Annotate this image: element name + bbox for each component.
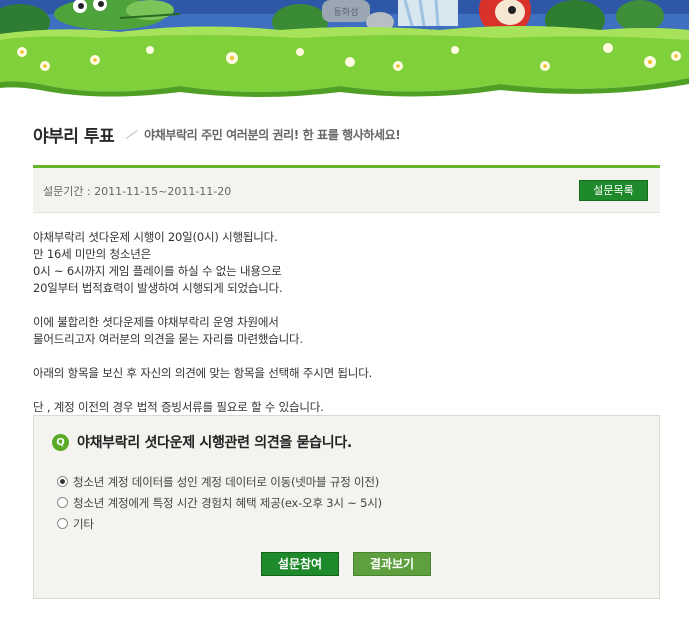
title-divider xyxy=(124,127,138,141)
survey-period-text: 설문기간 : 2011-11-15~2011-11-20 xyxy=(43,185,232,198)
question-panel: Q 야채부락리 셧다운제 시행관련 의견을 묻습니다. 청소년 계정 데이터를 … xyxy=(33,415,660,599)
description-line: 단 , 계정 이전의 경우 법적 증빙서류를 필요로 할 수 있습니다. xyxy=(33,400,324,414)
question-header: Q 야채부락리 셧다운제 시행관련 의견을 묻습니다. xyxy=(52,432,352,452)
radio-button[interactable] xyxy=(57,518,68,529)
vote-button[interactable]: 설문참여 xyxy=(261,552,339,576)
answer-option[interactable]: 청소년 계정 데이터를 성인 계정 데이터로 이동(넷마블 규정 이전) xyxy=(57,471,382,492)
question-title: 야채부락리 셧다운제 시행관련 의견을 묻습니다. xyxy=(77,435,352,451)
description-line: 20일부터 법적효력이 발생하여 시행되게 되었습니다. xyxy=(33,281,283,295)
page-title: 야부리 투표 xyxy=(33,126,115,147)
description-line: 이에 불합리한 셧다운제를 야채부락리 운영 차원에서 xyxy=(33,315,279,329)
answer-option[interactable]: 기타 xyxy=(57,513,382,534)
description-line: 만 16세 미만의 청소년은 xyxy=(33,247,152,261)
description-line: 야채부락리 셧다운제 시행이 20일(0시) 시행됩니다. xyxy=(33,230,278,244)
banner-illustration: 동화섬 xyxy=(0,0,689,97)
question-badge-icon: Q xyxy=(52,433,69,451)
survey-list-button[interactable]: 설문목록 xyxy=(579,180,648,201)
header-banner: 동화섬 xyxy=(0,0,689,100)
page-title-row: 야부리 투표 야채부락리 주민 여러분의 권리! 한 표를 행사하세요! xyxy=(33,122,401,147)
banner-sign-text: 동화섬 xyxy=(334,7,359,18)
answer-option-label: 청소년 계정에게 특정 시간 경험치 혜택 제공(ex-오후 3시 ~ 5시) xyxy=(73,495,382,510)
radio-button-selected[interactable] xyxy=(57,476,68,487)
radio-button[interactable] xyxy=(57,497,68,508)
description-line: 0시 ~ 6시까지 게임 플레이를 하실 수 없는 내용으로 xyxy=(33,264,282,278)
answer-options: 청소년 계정 데이터를 성인 계정 데이터로 이동(넷마블 규정 이전) 청소년… xyxy=(57,471,382,534)
view-results-button[interactable]: 결과보기 xyxy=(353,552,431,576)
answer-option-label: 청소년 계정 데이터를 성인 계정 데이터로 이동(넷마블 규정 이전) xyxy=(73,474,380,489)
survey-period-bar: 설문기간 : 2011-11-15~2011-11-20 설문목록 xyxy=(33,165,660,213)
survey-description: 야채부락리 셧다운제 시행이 20일(0시) 시행됩니다. 만 16세 미만의 … xyxy=(33,229,660,416)
page-subtitle: 야채부락리 주민 여러분의 권리! 한 표를 행사하세요! xyxy=(144,127,401,142)
answer-option[interactable]: 청소년 계정에게 특정 시간 경험치 혜택 제공(ex-오후 3시 ~ 5시) xyxy=(57,492,382,513)
description-line: 아래의 항목을 보신 후 자신의 의견에 맞는 항목을 선택해 주시면 됩니다. xyxy=(33,366,373,380)
description-line: 물어드리고자 여러분의 의견을 묻는 자리를 마련했습니다. xyxy=(33,332,303,346)
answer-option-label: 기타 xyxy=(73,516,94,531)
action-buttons: 설문참여 결과보기 xyxy=(261,552,431,576)
